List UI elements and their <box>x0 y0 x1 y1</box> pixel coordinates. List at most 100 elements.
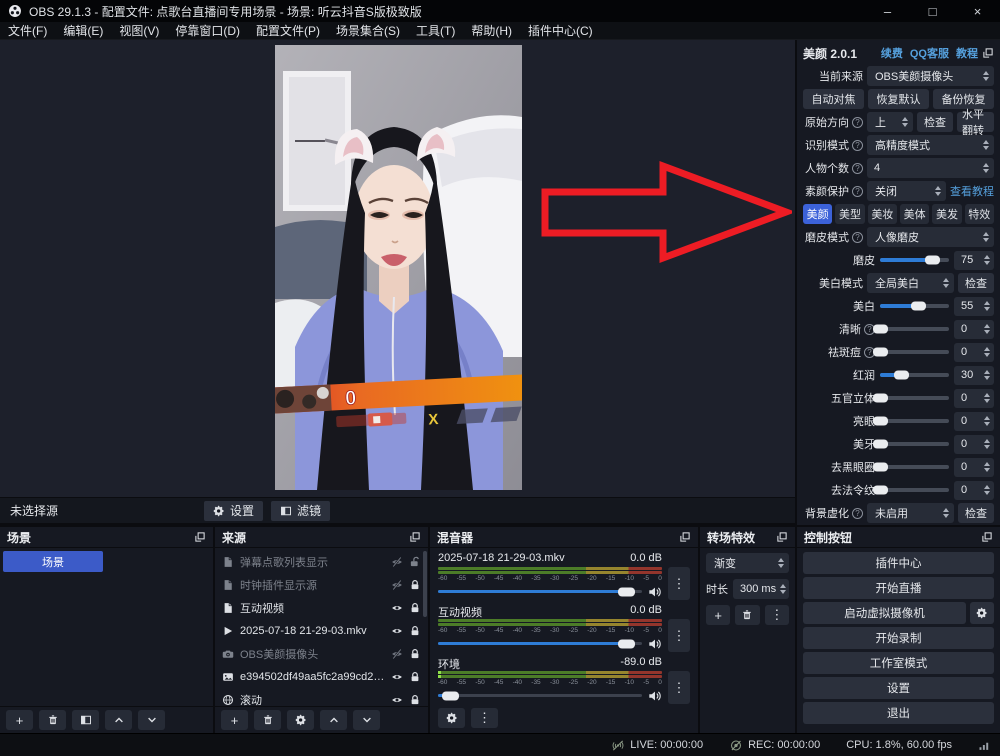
lock-toggle-icon[interactable] <box>409 556 421 568</box>
autofocus-button[interactable]: 自动对焦 <box>803 89 864 109</box>
renew-link[interactable]: 续费 <box>881 45 903 61</box>
add-transition-button[interactable]: + <box>706 605 730 625</box>
slider-handle[interactable] <box>911 302 926 311</box>
lock-toggle-icon[interactable] <box>409 694 421 706</box>
info-icon[interactable]: ? <box>852 508 863 519</box>
virtual-camera-settings-button[interactable] <box>970 602 994 624</box>
scene-filters-button[interactable] <box>72 710 99 730</box>
teeth-whiten-slider[interactable] <box>880 442 949 446</box>
add-source-button[interactable]: + <box>221 710 248 730</box>
value-spinner[interactable]: 0 <box>954 481 994 500</box>
people-count-spinner[interactable]: 4 <box>867 158 994 178</box>
menu-plugin-center[interactable]: 插件中心(C) <box>520 22 601 39</box>
detect-mode-dropdown[interactable]: 高精度模式 <box>867 135 994 155</box>
value-spinner[interactable]: 0 <box>954 458 994 477</box>
source-row[interactable]: OBS美颜摄像头 <box>215 642 428 665</box>
background-blur-dropdown[interactable]: 未启用 <box>867 503 954 523</box>
dark-circles-slider[interactable] <box>880 465 949 469</box>
mixer-options-button[interactable]: ⋮ <box>668 619 690 652</box>
menu-view[interactable]: 视图(V) <box>111 22 167 39</box>
advanced-audio-button[interactable] <box>438 708 465 728</box>
slider-handle[interactable] <box>618 639 635 648</box>
source-row[interactable]: 互动视频 <box>215 596 428 619</box>
visibility-toggle-icon[interactable] <box>391 648 403 660</box>
source-row[interactable]: e394502df49aa5fc2a99cd2e7c <box>215 665 428 688</box>
bare-face-protect-dropdown[interactable]: 关闭 <box>867 181 946 201</box>
source-filters-button[interactable]: 滤镜 <box>271 501 330 521</box>
source-up-button[interactable] <box>320 710 347 730</box>
slider-handle[interactable] <box>873 394 888 403</box>
studio-mode-button[interactable]: 工作室模式 <box>803 652 994 674</box>
whiten-slider[interactable] <box>880 304 949 308</box>
lock-toggle-icon[interactable] <box>409 602 421 614</box>
visibility-toggle-icon[interactable] <box>391 602 403 614</box>
value-spinner[interactable]: 0 <box>954 343 994 362</box>
info-icon[interactable]: ? <box>852 186 863 197</box>
menu-file[interactable]: 文件(F) <box>0 22 55 39</box>
value-spinner[interactable]: 30 <box>954 366 994 385</box>
info-icon[interactable]: ? <box>852 140 863 151</box>
menu-scene-collection[interactable]: 场景集合(S) <box>328 22 408 39</box>
visibility-toggle-icon[interactable] <box>391 625 403 637</box>
slider-handle[interactable] <box>873 325 888 334</box>
slider-handle[interactable] <box>873 463 888 472</box>
tab-body[interactable]: 美体 <box>900 204 929 224</box>
source-row[interactable]: 弹幕点歌列表显示 <box>215 550 428 573</box>
tab-effects[interactable]: 特效 <box>965 204 994 224</box>
check-button[interactable]: 检查 <box>958 503 994 523</box>
popout-icon[interactable] <box>679 531 691 543</box>
slider-handle[interactable] <box>873 486 888 495</box>
scene-item-selected[interactable]: 场景 <box>3 551 103 572</box>
lock-toggle-icon[interactable] <box>409 671 421 683</box>
menu-profile[interactable]: 配置文件(P) <box>248 22 328 39</box>
nasolabial-folds-slider[interactable] <box>880 488 949 492</box>
orientation-dropdown[interactable]: 上 <box>867 112 913 132</box>
menu-help[interactable]: 帮助(H) <box>463 22 520 39</box>
lock-toggle-icon[interactable] <box>409 579 421 591</box>
speaker-icon[interactable] <box>648 689 662 703</box>
lock-toggle-icon[interactable] <box>409 648 421 660</box>
slider-handle[interactable] <box>873 417 888 426</box>
volume-slider[interactable] <box>438 694 642 697</box>
horizontal-flip-button[interactable]: 水平翻转 <box>957 112 994 132</box>
mixer-options-button[interactable]: ⋮ <box>668 567 690 600</box>
check-button[interactable]: 检查 <box>917 112 953 132</box>
blemish-removal-slider[interactable] <box>880 350 949 354</box>
slider-handle[interactable] <box>442 691 459 700</box>
check-button[interactable]: 检查 <box>958 273 994 293</box>
slider-handle[interactable] <box>873 348 888 357</box>
value-spinner[interactable]: 0 <box>954 412 994 431</box>
qq-support-link[interactable]: QQ客服 <box>910 45 949 61</box>
visibility-toggle-icon[interactable] <box>391 579 403 591</box>
minimize-button[interactable]: – <box>865 0 910 22</box>
transition-options-button[interactable]: ⋮ <box>765 605 789 625</box>
source-row[interactable]: 2025-07-18 21-29-03.mkv <box>215 619 428 642</box>
value-spinner[interactable]: 0 <box>954 389 994 408</box>
scrollbar[interactable] <box>423 551 427 617</box>
current-source-dropdown[interactable]: OBS美颜摄像头 <box>867 66 994 86</box>
source-properties-button[interactable] <box>287 710 314 730</box>
info-icon[interactable]: ? <box>852 232 863 243</box>
clarity-slider[interactable] <box>880 327 949 331</box>
smooth-mode-dropdown[interactable]: 人像磨皮 <box>867 227 994 247</box>
source-settings-button[interactable]: 设置 <box>204 501 263 521</box>
source-down-button[interactable] <box>353 710 380 730</box>
whiten-mode-dropdown[interactable]: 全局美白 <box>867 273 954 293</box>
volume-slider[interactable] <box>438 590 642 593</box>
tab-hair[interactable]: 美发 <box>932 204 961 224</box>
plugin-center-button[interactable]: 插件中心 <box>803 552 994 574</box>
popout-icon[interactable] <box>194 531 206 543</box>
face-3d-slider[interactable] <box>880 396 949 400</box>
info-icon[interactable]: ? <box>852 163 863 174</box>
tab-reshape[interactable]: 美型 <box>835 204 864 224</box>
visibility-toggle-icon[interactable] <box>391 671 403 683</box>
info-icon[interactable]: ? <box>852 117 863 128</box>
popout-icon[interactable] <box>409 531 421 543</box>
value-spinner[interactable]: 0 <box>954 435 994 454</box>
close-button[interactable]: × <box>955 0 1000 22</box>
start-streaming-button[interactable]: 开始直播 <box>803 577 994 599</box>
slider-handle[interactable] <box>618 587 635 596</box>
mixer-options-button[interactable]: ⋮ <box>668 671 690 704</box>
maximize-button[interactable]: □ <box>910 0 955 22</box>
view-tutorial-link[interactable]: 查看教程 <box>950 183 994 199</box>
